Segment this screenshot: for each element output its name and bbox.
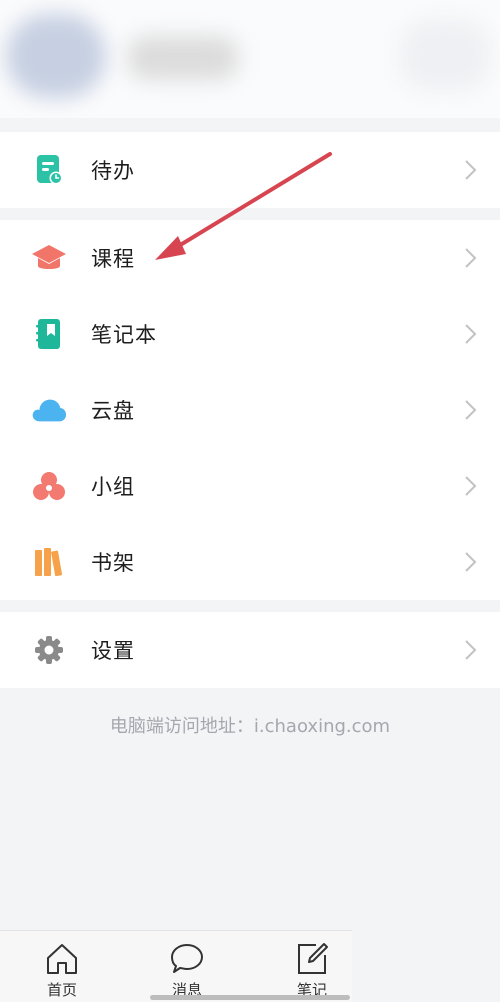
home-icon [47, 944, 77, 974]
chevron-right-icon [465, 248, 477, 268]
chevron-right-icon [465, 160, 477, 180]
menu-group-settings: 设置 [0, 612, 500, 688]
notebook-icon [31, 316, 67, 352]
menu-item-label: 小组 [91, 475, 135, 499]
menu-item-label: 课程 [91, 247, 135, 271]
menu-group-todo: 待办 [0, 132, 500, 208]
menu-item-course[interactable]: 课程 [0, 220, 500, 296]
user-name-blurred [128, 36, 238, 80]
chevron-right-icon [465, 324, 477, 344]
menu-item-bookshelf[interactable]: 书架 [0, 524, 500, 600]
menu-item-todo[interactable]: 待办 [0, 132, 500, 208]
menu-item-group[interactable]: 小组 [0, 448, 500, 524]
edit-note-icon [298, 943, 328, 974]
tab-messages[interactable]: 消息 [157, 941, 217, 1001]
group-icon [31, 468, 67, 504]
profile-header[interactable] [0, 0, 500, 118]
avatar[interactable] [6, 14, 106, 98]
gear-icon [31, 632, 67, 668]
tab-label: 首页 [46, 981, 77, 999]
menu-item-cloud[interactable]: 云盘 [0, 372, 500, 448]
chat-bubble-icon [171, 944, 203, 973]
cloud-icon [31, 392, 67, 428]
menu-item-label: 设置 [91, 639, 135, 663]
bottom-tab-bar: 首页 消息 笔记 [0, 930, 352, 1002]
chevron-right-icon [465, 552, 477, 572]
menu-item-label: 笔记本 [91, 323, 157, 347]
tab-notes[interactable]: 笔记 [282, 941, 342, 1001]
pc-access-address: 电脑端访问地址：i.chaoxing.com [109, 716, 391, 737]
menu-item-notebook[interactable]: 笔记本 [0, 296, 500, 372]
menu-item-label: 云盘 [91, 399, 135, 423]
home-indicator [150, 995, 350, 1000]
menu-group-main: 课程 笔记本 云盘 小组 书架 [0, 220, 500, 600]
tab-home[interactable]: 首页 [32, 941, 92, 1001]
menu-item-label: 待办 [91, 159, 135, 183]
graduation-cap-icon [31, 240, 67, 276]
chevron-right-icon [465, 400, 477, 420]
menu-item-settings[interactable]: 设置 [0, 612, 500, 688]
menu-item-label: 书架 [91, 551, 135, 575]
profile-extra-blurred [400, 20, 490, 90]
chevron-right-icon [465, 476, 477, 496]
chevron-right-icon [465, 640, 477, 660]
bookshelf-icon [31, 544, 67, 580]
todo-icon [31, 152, 67, 188]
